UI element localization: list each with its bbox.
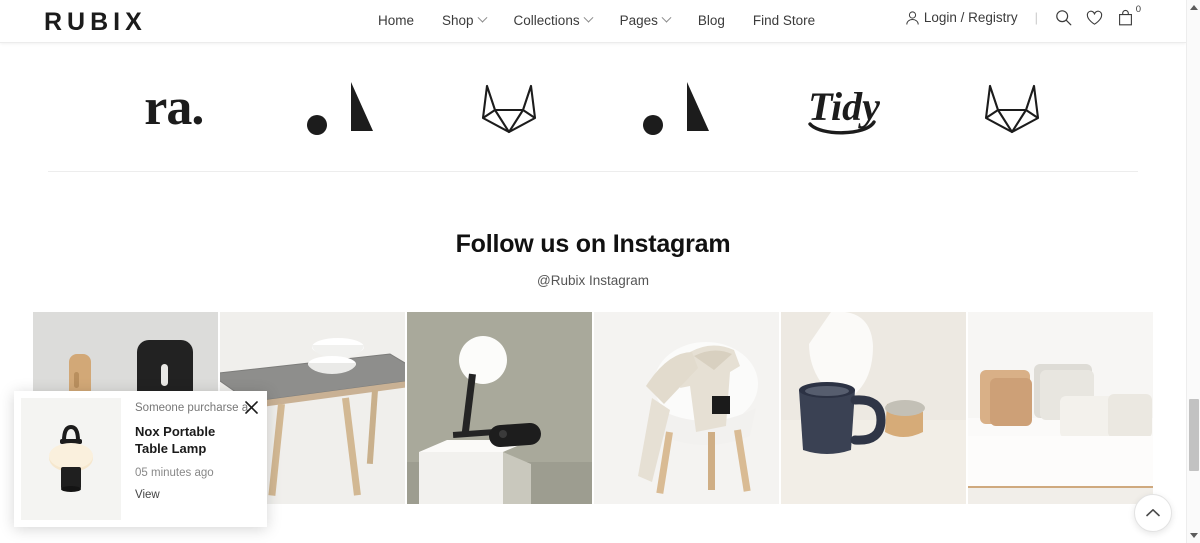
brand-logo-dot-triangle-2[interactable] — [612, 73, 742, 143]
ra-wordmark: ra. — [144, 78, 204, 136]
brand-logo-fox[interactable] — [444, 73, 574, 143]
nav-label: Find Store — [752, 13, 816, 28]
brand-logo-tidy[interactable]: Tidy — [779, 73, 909, 143]
close-icon[interactable] — [243, 399, 259, 415]
shopping-bag-icon[interactable]: 0 — [1117, 4, 1141, 26]
search-icon[interactable] — [1055, 9, 1072, 26]
site-header: RUBIX Home Shop Collections Pages Blog F… — [0, 0, 1186, 43]
dot-triangle-icon — [307, 81, 374, 135]
heart-icon[interactable] — [1086, 10, 1103, 26]
nav-item-pages[interactable]: Pages — [619, 12, 672, 28]
vertical-scrollbar[interactable] — [1186, 0, 1200, 543]
main-navigation: Home Shop Collections Pages Blog Find St… — [378, 12, 815, 28]
instagram-handle: @Rubix Instagram — [537, 273, 649, 288]
instagram-header: Follow us on Instagram @Rubix Instagram — [0, 230, 1186, 288]
nav-item-collections[interactable]: Collections — [513, 12, 594, 28]
popup-content: Someone purcharse a Nox Portable Table L… — [121, 391, 267, 527]
chevron-down-icon — [661, 12, 672, 23]
nav-label: Home — [378, 13, 415, 28]
triangle-up-icon — [1190, 5, 1198, 10]
user-icon — [905, 10, 920, 26]
brand-logo-fox-2[interactable] — [947, 73, 1077, 143]
popup-pretext: Someone purcharse a — [135, 402, 249, 414]
section-divider — [48, 171, 1138, 172]
chevron-down-icon — [583, 12, 594, 23]
login-registry-button[interactable]: Login / Registry — [905, 10, 1018, 26]
login-label: Login / Registry — [923, 10, 1018, 25]
page-root: RUBIX Home Shop Collections Pages Blog F… — [0, 0, 1200, 543]
nav-item-shop[interactable]: Shop — [442, 12, 487, 28]
scrollbar-up-arrow[interactable] — [1187, 0, 1200, 15]
tidy-script-icon: Tidy — [809, 84, 881, 134]
nav-label: Pages — [619, 13, 658, 28]
dot-triangle-icon-2 — [642, 81, 709, 135]
cart-count-badge: 0 — [1135, 4, 1141, 15]
popup-product-thumbnail[interactable] — [21, 398, 121, 520]
scrollbar-down-arrow[interactable] — [1187, 528, 1200, 543]
tidy-text: Tidy — [809, 84, 881, 129]
nav-label: Blog — [697, 13, 725, 28]
instagram-tile-jacket-chair[interactable] — [594, 312, 779, 504]
header-actions: Login / Registry | 0 — [905, 4, 1141, 26]
brand-logos-strip: ra. Tidy — [0, 43, 1186, 172]
brand-logo-dot-triangle[interactable] — [276, 73, 406, 143]
nav-item-find-store[interactable]: Find Store — [753, 13, 815, 28]
nav-item-home[interactable]: Home — [378, 13, 414, 28]
fox-head-icon — [482, 84, 537, 133]
chevron-up-icon — [1146, 504, 1160, 522]
scrollbar-thumb[interactable] — [1189, 399, 1199, 471]
chevron-down-icon — [477, 12, 487, 23]
nox-lamp-image — [30, 411, 112, 507]
popup-timestamp: 05 minutes ago — [135, 466, 214, 479]
nav-item-blog[interactable]: Blog — [698, 13, 725, 28]
nav-label: Collections — [513, 13, 580, 28]
instagram-tile-globe-lamp[interactable] — [407, 312, 592, 504]
nav-label: Shop — [442, 13, 474, 28]
popup-product-name[interactable]: Nox Portable Table Lamp — [135, 423, 243, 458]
header-divider: | — [1034, 10, 1038, 25]
triangle-down-icon — [1190, 533, 1198, 538]
popup-view-link[interactable]: View — [135, 489, 259, 501]
instagram-tile-sofa-cushions[interactable] — [968, 312, 1153, 504]
site-logo[interactable]: RUBIX — [44, 8, 147, 37]
scroll-to-top-button[interactable] — [1134, 494, 1172, 532]
purchase-notification-popup: Someone purcharse a Nox Portable Table L… — [14, 391, 267, 527]
brand-logo-ra[interactable]: ra. — [109, 73, 239, 143]
instagram-title: Follow us on Instagram — [455, 230, 731, 258]
instagram-tile-pitcher-vase[interactable] — [781, 312, 966, 504]
fox-head-icon-2 — [985, 84, 1040, 133]
